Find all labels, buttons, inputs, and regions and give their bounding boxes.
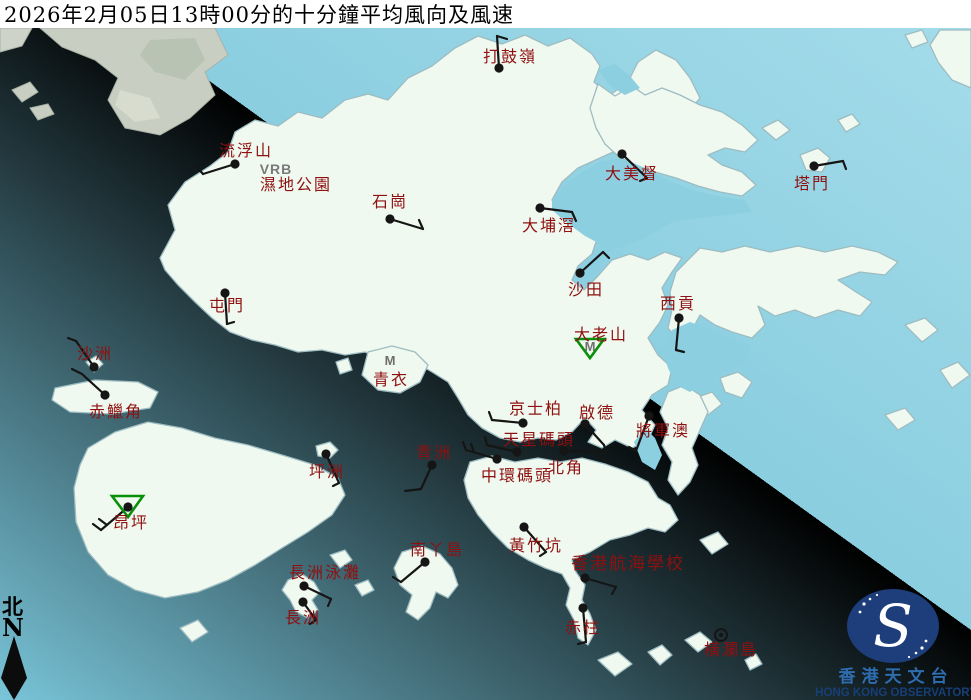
station-dot bbox=[575, 268, 584, 277]
station-dot bbox=[299, 581, 308, 590]
station-label: 京士柏 bbox=[509, 399, 563, 418]
station-dot bbox=[100, 390, 109, 399]
hko-logo-s-curve: S bbox=[873, 592, 913, 660]
title-bar: 2026年2月05日13時00分的十分鐘平均風向及風速 bbox=[0, 0, 971, 28]
map-title: 2026年2月05日13時00分的十分鐘平均風向及風速 bbox=[0, 0, 514, 29]
station-dot bbox=[578, 603, 587, 612]
station-label: 石崗 bbox=[372, 192, 408, 211]
station-label: 北角 bbox=[548, 458, 584, 477]
station-label: 沙田 bbox=[568, 280, 604, 299]
station-label: 中環碼頭 bbox=[481, 466, 553, 485]
station-label: 濕地公園 bbox=[260, 175, 332, 194]
station-label: 打鼓嶺 bbox=[483, 47, 537, 66]
station-label: 將軍澳 bbox=[636, 421, 690, 440]
station-dot bbox=[674, 313, 683, 322]
station-dot bbox=[580, 573, 589, 582]
station-dot bbox=[809, 161, 818, 170]
station-label: 橫瀾島 bbox=[704, 640, 758, 659]
compass-north-letter: N bbox=[2, 613, 24, 642]
map: 打鼓嶺流浮山VRB濕地公園石崗大埔滘沙田大美督塔門屯門沙洲赤鱲角西貢M大老山M青… bbox=[0, 0, 971, 700]
station-label: 香港航海學校 bbox=[571, 554, 685, 574]
station-dot bbox=[535, 203, 544, 212]
wind-map-frame: 打鼓嶺流浮山VRB濕地公園石崗大埔滘沙田大美督塔門屯門沙洲赤鱲角西貢M大老山M青… bbox=[0, 0, 971, 700]
station-label: 南丫島 bbox=[410, 540, 464, 559]
station-label: 大美督 bbox=[605, 164, 659, 183]
station-dot bbox=[492, 454, 501, 463]
station-label: 昂坪 bbox=[113, 513, 149, 532]
station-label: 大老山 bbox=[574, 325, 628, 344]
station-dot bbox=[385, 214, 394, 223]
station-label: 啟德 bbox=[579, 403, 615, 422]
station-dot bbox=[298, 597, 307, 606]
station-label: 大埔滘 bbox=[522, 216, 576, 235]
station-dot bbox=[644, 411, 653, 420]
station-dot bbox=[89, 362, 98, 371]
station-label: 塔門 bbox=[794, 174, 830, 193]
station-label: 屯門 bbox=[209, 296, 245, 315]
station-dot bbox=[518, 418, 527, 427]
station-label: 黃竹坑 bbox=[509, 536, 563, 555]
station-dot bbox=[321, 449, 330, 458]
station-dot bbox=[617, 149, 626, 158]
station-label: 青衣 bbox=[373, 370, 409, 389]
m-marker: M bbox=[385, 353, 396, 368]
wind-barb-shaft bbox=[564, 451, 599, 452]
station-label: 沙洲 bbox=[77, 344, 113, 363]
station-label: 坪洲 bbox=[309, 462, 345, 481]
hko-logo-name-en: HONG KONG OBSERVATORY bbox=[815, 687, 971, 699]
calm-station-ring-center bbox=[719, 633, 723, 637]
station-label: 赤柱 bbox=[565, 618, 601, 637]
station-label: 西貢 bbox=[660, 294, 696, 313]
station-label: 長洲 bbox=[285, 608, 321, 627]
station-dot bbox=[559, 446, 568, 455]
station-label: 流浮山 bbox=[219, 141, 273, 160]
station-label: 青洲 bbox=[416, 443, 452, 462]
hko-logo-name-zh: 香港天文台 bbox=[839, 666, 954, 687]
station-label: 赤鱲角 bbox=[89, 402, 143, 421]
station-label: 天星碼頭 bbox=[503, 430, 575, 449]
station-label: 長洲泳灘 bbox=[289, 563, 361, 582]
station-dot bbox=[230, 159, 239, 168]
station-dot bbox=[519, 522, 528, 531]
station-dot bbox=[123, 502, 132, 511]
